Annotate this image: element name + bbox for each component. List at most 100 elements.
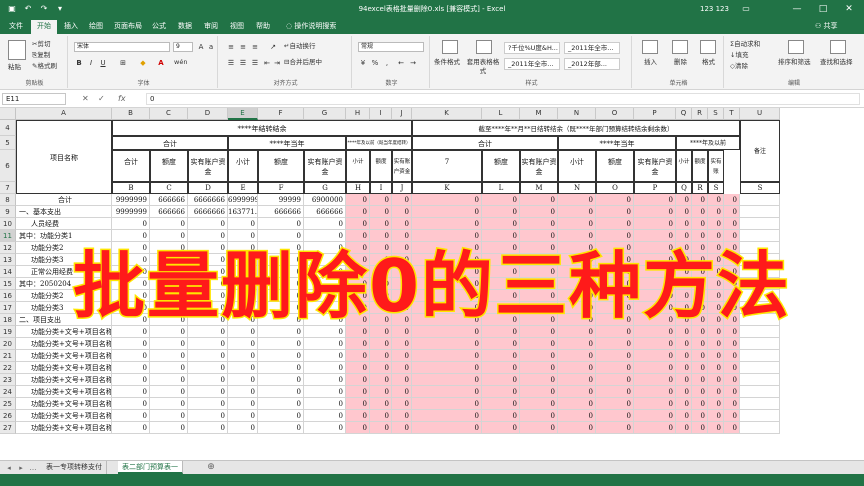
zero-cell[interactable]: 0 <box>676 374 692 386</box>
zero-cell[interactable]: 0 <box>370 218 392 230</box>
zero-cell[interactable]: 0 <box>708 386 724 398</box>
column-header-F[interactable]: F <box>258 108 304 120</box>
font-name-select[interactable]: 宋体 <box>74 42 170 52</box>
zero-cell[interactable]: 0 <box>708 410 724 422</box>
data-cell[interactable]: 0 <box>150 218 188 230</box>
data-cell[interactable]: 0 <box>258 386 304 398</box>
zero-cell[interactable]: 0 <box>346 362 370 374</box>
zero-cell[interactable]: 0 <box>692 374 708 386</box>
maximize-button[interactable]: □ <box>810 0 836 18</box>
data-cell[interactable]: 666666 <box>258 206 304 218</box>
column-header-H[interactable]: H <box>346 108 370 120</box>
column-header-U[interactable]: U <box>740 108 780 120</box>
zero-cell[interactable]: 0 <box>482 422 520 434</box>
zero-cell[interactable]: 0 <box>708 218 724 230</box>
zero-cell[interactable]: 0 <box>370 338 392 350</box>
data-cell[interactable]: 0 <box>258 362 304 374</box>
data-cell[interactable]: 666666 <box>304 206 346 218</box>
data-cell[interactable]: 0 <box>112 350 150 362</box>
zero-cell[interactable]: 0 <box>724 386 740 398</box>
zero-cell[interactable]: 0 <box>724 350 740 362</box>
data-cell[interactable]: 99999 <box>258 194 304 206</box>
zero-cell[interactable]: 0 <box>346 218 370 230</box>
zero-cell[interactable]: 0 <box>392 338 412 350</box>
zero-cell[interactable]: 0 <box>520 398 558 410</box>
zero-cell[interactable]: 0 <box>634 422 676 434</box>
orientation-icon[interactable]: ↗ <box>268 42 278 52</box>
column-header-B[interactable]: B <box>112 108 150 120</box>
column-header-S[interactable]: S <box>708 108 724 120</box>
note-cell[interactable] <box>740 398 780 410</box>
zero-cell[interactable]: 0 <box>558 374 596 386</box>
zero-cell[interactable]: 0 <box>482 386 520 398</box>
data-cell[interactable]: 0 <box>112 422 150 434</box>
zero-cell[interactable]: 0 <box>392 206 412 218</box>
redo-icon[interactable]: ↷ <box>38 3 50 15</box>
note-cell[interactable] <box>740 410 780 422</box>
data-cell[interactable]: 0 <box>188 338 228 350</box>
column-header-L[interactable]: L <box>482 108 520 120</box>
column-header-Q[interactable]: Q <box>676 108 692 120</box>
zero-cell[interactable]: 0 <box>412 422 482 434</box>
zero-cell[interactable]: 0 <box>392 374 412 386</box>
phonetic-button[interactable]: wén <box>174 58 187 67</box>
zero-cell[interactable]: 0 <box>724 206 740 218</box>
row-header-20[interactable]: 20 <box>0 338 16 350</box>
zero-cell[interactable]: 0 <box>676 422 692 434</box>
row-header-17[interactable]: 17 <box>0 302 16 314</box>
zero-cell[interactable]: 0 <box>724 422 740 434</box>
data-cell[interactable]: 0 <box>188 422 228 434</box>
zero-cell[interactable]: 0 <box>482 362 520 374</box>
zero-cell[interactable]: 0 <box>708 422 724 434</box>
zero-cell[interactable]: 0 <box>520 218 558 230</box>
zero-cell[interactable]: 0 <box>370 422 392 434</box>
data-cell[interactable]: 0 <box>304 362 346 374</box>
zero-cell[interactable]: 0 <box>708 374 724 386</box>
note-cell[interactable] <box>740 374 780 386</box>
note-cell[interactable] <box>740 386 780 398</box>
select-all-corner[interactable] <box>0 108 16 120</box>
data-cell[interactable]: 0 <box>188 410 228 422</box>
conditional-format-icon[interactable] <box>442 40 458 54</box>
zero-cell[interactable]: 0 <box>520 338 558 350</box>
note-cell[interactable] <box>740 338 780 350</box>
row-label[interactable]: 功能分类+文号+项目名称 <box>16 410 112 422</box>
zero-cell[interactable]: 0 <box>692 218 708 230</box>
zero-cell[interactable]: 0 <box>596 386 634 398</box>
minimize-button[interactable]: — <box>784 0 810 18</box>
row-header-27[interactable]: 27 <box>0 422 16 434</box>
data-cell[interactable]: 0 <box>150 410 188 422</box>
data-cell[interactable]: 0 <box>258 410 304 422</box>
row-label[interactable]: 一、基本支出 <box>16 206 112 218</box>
zero-cell[interactable]: 0 <box>520 206 558 218</box>
zero-cell[interactable]: 0 <box>412 350 482 362</box>
zero-cell[interactable]: 0 <box>676 194 692 206</box>
paste-icon[interactable] <box>8 40 26 60</box>
data-cell[interactable]: 0 <box>112 410 150 422</box>
column-header-T[interactable]: T <box>724 108 740 120</box>
close-button[interactable]: ✕ <box>836 0 862 18</box>
data-cell[interactable]: 0 <box>228 218 258 230</box>
zero-cell[interactable]: 0 <box>346 206 370 218</box>
zero-cell[interactable]: 0 <box>520 386 558 398</box>
zero-cell[interactable]: 0 <box>634 374 676 386</box>
zero-cell[interactable]: 0 <box>482 410 520 422</box>
fill-button[interactable]: ↓填充 <box>730 51 748 60</box>
column-header-R[interactable]: R <box>692 108 708 120</box>
row-header-19[interactable]: 19 <box>0 326 16 338</box>
zero-cell[interactable]: 0 <box>346 410 370 422</box>
wrap-text-button[interactable]: ↵自动换行 <box>284 42 315 51</box>
zero-cell[interactable]: 0 <box>634 338 676 350</box>
column-header-M[interactable]: M <box>520 108 558 120</box>
row-label[interactable]: 合计 <box>16 194 112 206</box>
row-header-13[interactable]: 13 <box>0 254 16 266</box>
delete-cells-icon[interactable] <box>672 40 688 54</box>
decrease-indent-icon[interactable]: ⇤ <box>262 58 272 68</box>
note-cell[interactable] <box>740 350 780 362</box>
zero-cell[interactable]: 0 <box>346 398 370 410</box>
data-cell[interactable]: 0 <box>112 218 150 230</box>
column-header-C[interactable]: C <box>150 108 188 120</box>
zero-cell[interactable]: 0 <box>676 338 692 350</box>
insert-function-icon[interactable]: fx <box>118 93 126 105</box>
data-cell[interactable]: 0 <box>112 374 150 386</box>
